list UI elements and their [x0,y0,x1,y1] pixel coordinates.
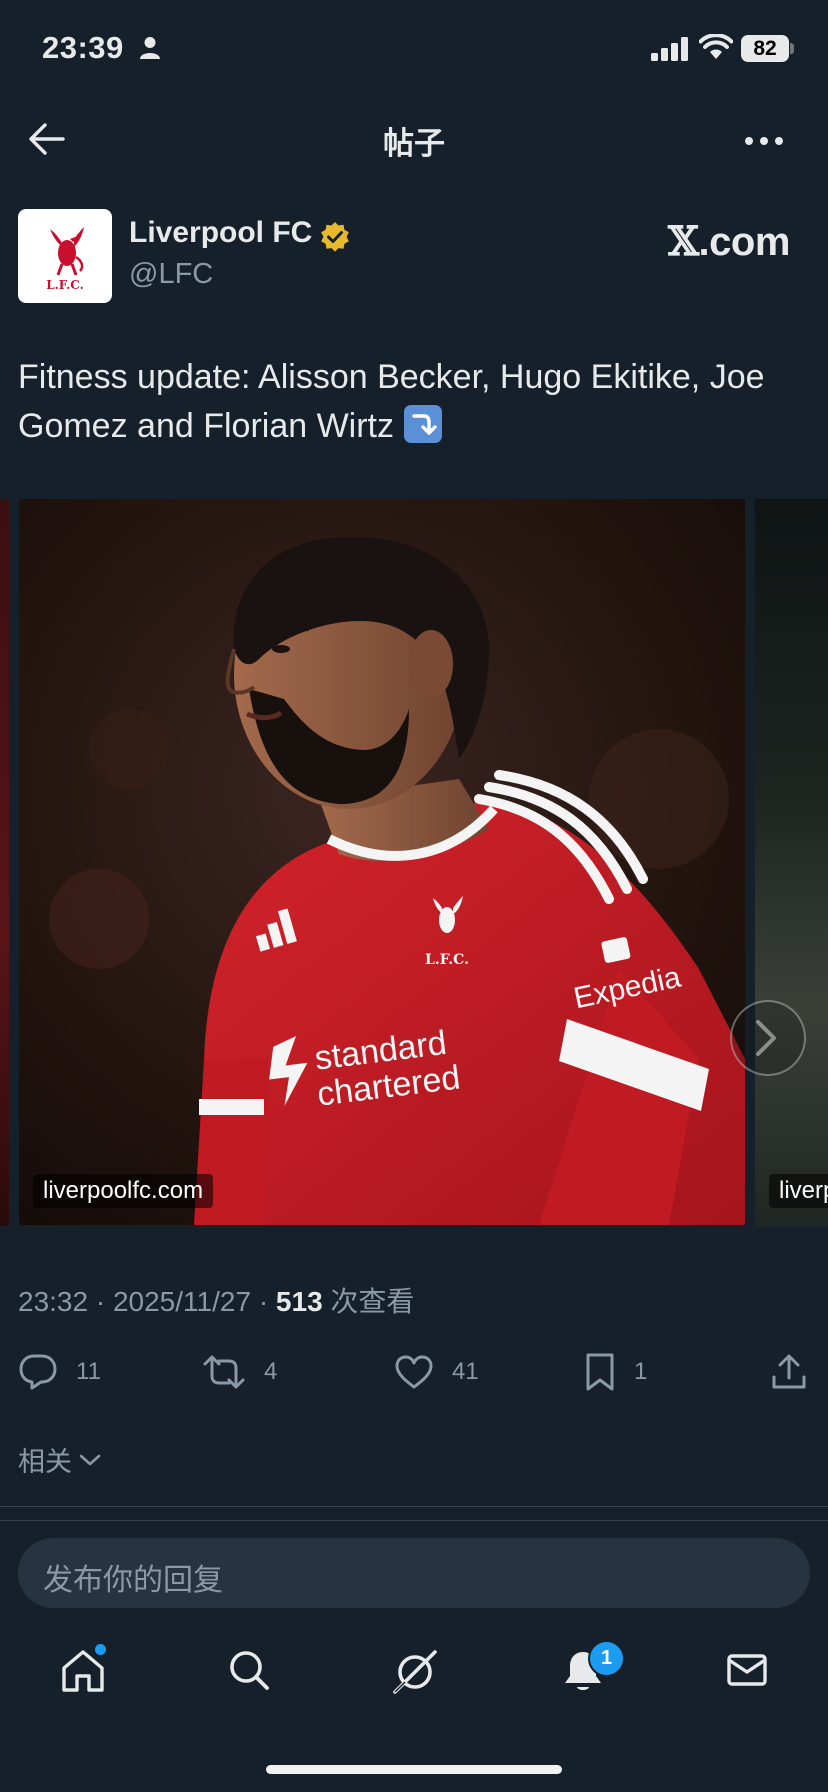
chevron-down-icon [79,1454,101,1465]
tweet-time: 23:32 [18,1286,89,1317]
reply-icon [19,1354,57,1390]
like-button[interactable]: 41 [394,1350,479,1394]
svg-text:L.F.C.: L.F.C. [46,278,84,292]
carousel-next-button[interactable] [730,1000,806,1076]
meta-separator: · [258,1286,269,1317]
wifi-icon [699,34,733,60]
status-time: 23:39 [42,30,124,65]
like-count: 41 [452,1358,479,1385]
x-logo-icon: 𝕏 [668,218,699,265]
home-unread-dot [95,1644,106,1655]
meta-separator: · [95,1286,106,1317]
search-icon [230,1651,269,1690]
home-indicator [266,1765,562,1774]
heart-icon [395,1355,433,1389]
tweet-meta: 23:32 · 2025/11/27 · 513 次查看 [18,1280,414,1320]
bookmark-count: 1 [634,1358,648,1385]
liverbird-logo-icon: L.F.C. [46,227,84,292]
share-icon [772,1354,806,1389]
tweet-date: 2025/11/27 [112,1286,252,1317]
battery-cap [790,43,794,54]
page-title: 帖子 [383,126,445,161]
repost-button[interactable]: 4 [202,1350,277,1394]
related-label: 相关 [18,1447,72,1477]
divider [0,1520,828,1521]
mail-icon [727,1654,767,1686]
view-count: 513 [275,1286,323,1317]
divider [0,1506,828,1507]
previous-image-edge[interactable] [0,499,9,1226]
author-name[interactable]: Liverpool FC [129,216,312,250]
author-handle[interactable]: @LFC [129,258,213,291]
person-icon [139,36,161,60]
tweet-text: Fitness update: Alisson Becker, Hugo Eki… [18,353,818,451]
battery-indicator: 82 [741,35,789,62]
arrow-down-right-emoji-icon [404,405,442,443]
tweet-text-content: Fitness update: Alisson Becker, Hugo Eki… [18,358,765,445]
tab-search[interactable] [227,1648,271,1692]
bookmark-button[interactable]: 1 [584,1350,647,1394]
bookmark-icon [586,1353,614,1391]
tab-grok[interactable] [391,1648,439,1696]
more-options-icon[interactable] [744,136,784,146]
share-button[interactable] [770,1350,826,1394]
source-badge-domain: .com [698,220,791,264]
author-avatar[interactable]: L.F.C. [18,209,112,303]
tab-messages[interactable] [725,1648,769,1692]
reply-count: 11 [76,1358,101,1385]
grok-icon [393,1650,437,1694]
next-image-preview[interactable] [755,499,828,1226]
repost-icon [203,1355,245,1389]
reply-button[interactable]: 11 [18,1350,101,1394]
source-badge: 𝕏.com [668,218,790,265]
view-label: 次查看 [330,1286,415,1317]
signal-icon [651,37,691,61]
tweet-photo[interactable]: L.F.C. standard chartered Expedia [19,499,745,1225]
svg-text:L.F.C.: L.F.C. [425,952,469,968]
notification-badge: 1 [588,1640,625,1677]
repost-count: 4 [264,1358,278,1385]
image-watermark: liverpoolfc.com [33,1174,214,1208]
related-toggle[interactable]: 相关 [18,1440,102,1479]
verified-badge-icon [319,221,351,253]
reply-placeholder: 发布你的回复 [43,1564,223,1597]
reply-input[interactable]: 发布你的回复 [18,1538,810,1608]
next-image-watermark: liverp [769,1174,828,1208]
